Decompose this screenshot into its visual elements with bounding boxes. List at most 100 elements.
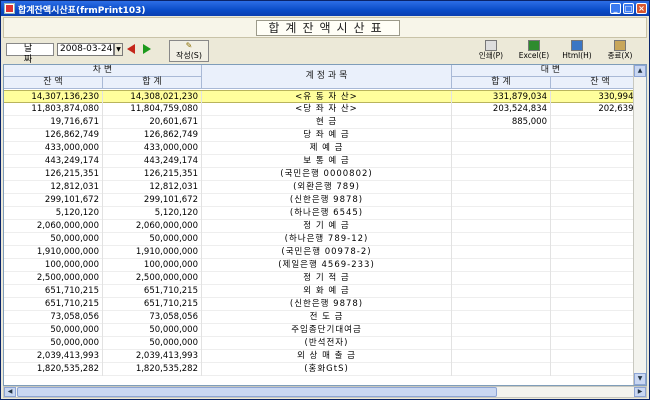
cell-debit-total: 2,060,000,000 xyxy=(103,220,202,233)
header-debit-balance: 잔 액 xyxy=(4,77,103,89)
cell-debit-balance: 50,000,000 xyxy=(4,337,103,350)
cell-account: (반석전자) xyxy=(202,337,452,350)
cell-debit-total: 651,710,215 xyxy=(103,285,202,298)
minimize-button[interactable]: _ xyxy=(610,3,621,14)
table-row[interactable]: 50,000,000 50,000,000 (반석전자) xyxy=(4,337,646,350)
create-button[interactable]: ✎ 작성(S) xyxy=(169,40,209,62)
cell-debit-balance: 126,862,749 xyxy=(4,129,103,142)
vertical-scrollbar[interactable]: ▲ ▼ xyxy=(633,65,646,385)
table-row[interactable]: 12,812,031 12,812,031 (외환은행 789) xyxy=(4,181,646,194)
table-row[interactable]: 19,716,671 20,601,671 현 금 885,000 xyxy=(4,116,646,129)
cell-debit-total: 126,215,351 xyxy=(103,168,202,181)
cell-debit-balance: 11,803,874,080 xyxy=(4,103,103,116)
table-row[interactable]: 299,101,672 299,101,672 (신한은행 9878) xyxy=(4,194,646,207)
table-row[interactable]: 2,060,000,000 2,060,000,000 정 기 예 금 xyxy=(4,220,646,233)
report-banner: 합계잔액시산표 xyxy=(3,17,647,38)
table-row[interactable]: 651,710,215 651,710,215 (신한은행 9878) xyxy=(4,298,646,311)
cell-debit-balance: 2,500,000,000 xyxy=(4,272,103,285)
cell-credit-total xyxy=(452,142,551,155)
scroll-up-icon[interactable]: ▲ xyxy=(634,65,646,77)
cell-debit-balance: 19,716,671 xyxy=(4,116,103,129)
cell-debit-balance: 73,058,056 xyxy=(4,311,103,324)
table-row[interactable]: 14,307,136,230 14,308,021,230 <유 동 자 산> 331… xyxy=(4,90,646,104)
cell-debit-balance: 433,000,000 xyxy=(4,142,103,155)
arrow-left-icon[interactable] xyxy=(127,44,135,54)
excel-button[interactable]: Excel(E) xyxy=(516,39,552,63)
table-row[interactable]: 50,000,000 50,000,000 (하나은행 789-12) xyxy=(4,233,646,246)
cell-credit-total xyxy=(452,129,551,142)
arrow-right-icon[interactable] xyxy=(143,44,151,54)
app-icon xyxy=(4,3,15,14)
cell-account: (하나은행 6545) xyxy=(202,207,452,220)
cell-account: (하나은행 789-12) xyxy=(202,233,452,246)
scroll-thumb[interactable] xyxy=(17,387,497,397)
cell-account: 현 금 xyxy=(202,116,452,129)
cell-debit-total: 100,000,000 xyxy=(103,259,202,272)
cell-credit-total xyxy=(452,220,551,233)
create-button-label: 작성(S) xyxy=(175,51,203,60)
cell-debit-total: 443,249,174 xyxy=(103,155,202,168)
cell-debit-total: 2,500,000,000 xyxy=(103,272,202,285)
header-credit-total: 합 계 xyxy=(452,77,551,89)
cell-account: 정 기 예 금 xyxy=(202,220,452,233)
cell-debit-total: 73,058,056 xyxy=(103,311,202,324)
chevron-down-icon[interactable]: ▼ xyxy=(114,43,123,56)
trial-balance-grid[interactable]: 차 변 잔 액 합 계 계 정 과 목 대 변 합 계 잔 액 14,307,1… xyxy=(3,64,647,386)
table-row[interactable]: 2,500,000,000 2,500,000,000 정 기 적 금 xyxy=(4,272,646,285)
cell-debit-balance: 100,000,000 xyxy=(4,259,103,272)
cell-debit-total: 651,710,215 xyxy=(103,298,202,311)
table-row[interactable]: 1,820,535,282 1,820,535,282 (홍화GtS) xyxy=(4,363,646,376)
cell-account: 주임종단기대여금 xyxy=(202,324,452,337)
cell-credit-total xyxy=(452,168,551,181)
html-button-label: Html(H) xyxy=(562,51,592,60)
table-row[interactable]: 73,058,056 73,058,056 전 도 금 xyxy=(4,311,646,324)
horizontal-scrollbar[interactable]: ◀ ▶ xyxy=(3,386,647,398)
table-row[interactable]: 5,120,120 5,120,120 (하나은행 6545) xyxy=(4,207,646,220)
cell-debit-total: 50,000,000 xyxy=(103,324,202,337)
table-row[interactable]: 11,803,874,080 11,804,759,080 <당 좌 자 산> 203… xyxy=(4,103,646,116)
print-button[interactable]: 인쇄(P) xyxy=(473,39,509,63)
date-input[interactable]: 2008-03-24 xyxy=(57,43,114,56)
cell-debit-total: 5,120,120 xyxy=(103,207,202,220)
title-bar[interactable]: 합계잔액시산표(frmPrint103) _ □ × xyxy=(1,1,649,16)
table-row[interactable]: 1,910,000,000 1,910,000,000 (국민은행 00978-2) xyxy=(4,246,646,259)
cell-debit-total: 50,000,000 xyxy=(103,233,202,246)
cell-credit-total xyxy=(452,246,551,259)
table-row[interactable]: 126,862,749 126,862,749 당 좌 예 금 xyxy=(4,129,646,142)
table-row[interactable]: 2,039,413,993 2,039,413,993 외 상 매 출 금 xyxy=(4,350,646,363)
cell-debit-total: 1,910,000,000 xyxy=(103,246,202,259)
print-button-label: 인쇄(P) xyxy=(478,51,504,60)
table-row[interactable]: 443,249,174 443,249,174 보 통 예 금 xyxy=(4,155,646,168)
table-row[interactable]: 651,710,215 651,710,215 외 화 예 금 xyxy=(4,285,646,298)
cell-debit-balance: 443,249,174 xyxy=(4,155,103,168)
cell-credit-total: 885,000 xyxy=(452,116,551,129)
scroll-left-icon[interactable]: ◀ xyxy=(4,387,16,397)
scroll-right-icon[interactable]: ▶ xyxy=(634,387,646,397)
cell-debit-balance: 5,120,120 xyxy=(4,207,103,220)
exit-button[interactable]: 종료(X) xyxy=(602,39,638,63)
cell-account: (국민은행 0000802) xyxy=(202,168,452,181)
cell-debit-balance: 651,710,215 xyxy=(4,285,103,298)
table-row[interactable]: 100,000,000 100,000,000 (제일은행 4569-233) xyxy=(4,259,646,272)
cell-debit-total: 126,862,749 xyxy=(103,129,202,142)
html-button[interactable]: Html(H) xyxy=(559,39,595,63)
cell-account: 외 화 예 금 xyxy=(202,285,452,298)
cell-debit-total: 50,000,000 xyxy=(103,337,202,350)
cell-debit-balance: 50,000,000 xyxy=(4,324,103,337)
table-row[interactable]: 433,000,000 433,000,000 제 예 금 xyxy=(4,142,646,155)
cell-debit-total: 11,804,759,080 xyxy=(103,103,202,116)
maximize-button[interactable]: □ xyxy=(623,3,634,14)
main-window: 합계잔액시산표(frmPrint103) _ □ × 합계잔액시산표 날 짜 2… xyxy=(0,0,650,400)
table-row[interactable]: 50,000,000 50,000,000 주임종단기대여금 xyxy=(4,324,646,337)
close-button[interactable]: × xyxy=(636,3,647,14)
cell-account: 외 상 매 출 금 xyxy=(202,350,452,363)
cell-account: (국민은행 00978-2) xyxy=(202,246,452,259)
scroll-down-icon[interactable]: ▼ xyxy=(634,373,646,385)
window-title: 합계잔액시산표(frmPrint103) xyxy=(18,6,146,16)
cell-account: (신한은행 9878) xyxy=(202,298,452,311)
html-icon xyxy=(571,40,583,51)
table-row[interactable]: 126,215,351 126,215,351 (국민은행 0000802) xyxy=(4,168,646,181)
cell-debit-balance: 50,000,000 xyxy=(4,233,103,246)
cell-debit-total: 12,812,031 xyxy=(103,181,202,194)
report-title: 합계잔액시산표 xyxy=(256,20,400,36)
